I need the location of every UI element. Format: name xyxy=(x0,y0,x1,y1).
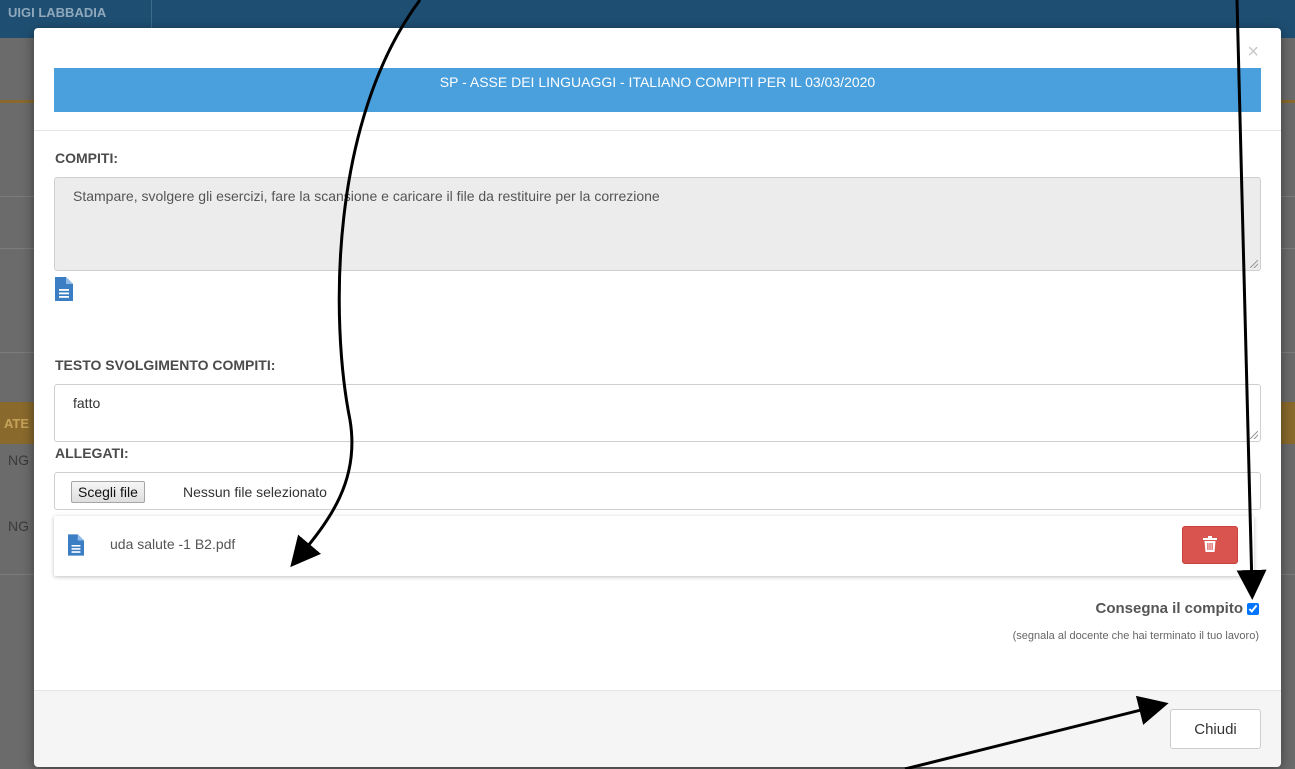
compiti-text: Stampare, svolgere gli esercizi, fare la… xyxy=(73,188,660,204)
file-text-icon xyxy=(68,534,84,561)
file-input[interactable]: Scegli file Nessun file selezionato xyxy=(54,472,1261,510)
bg-row-fragment: NG xyxy=(8,518,29,534)
svolgimento-label: TESTO SVOLGIMENTO COMPITI: xyxy=(55,357,276,373)
svolgimento-textarea[interactable]: fatto xyxy=(54,384,1261,442)
bg-row-fragment: NG xyxy=(8,452,29,468)
delete-attachment-button[interactable] xyxy=(1182,526,1238,564)
homework-modal: × SP - ASSE DEI LINGUAGGI - ITALIANO COM… xyxy=(34,28,1281,767)
resize-grip-icon[interactable] xyxy=(1250,431,1258,439)
resize-grip-icon[interactable] xyxy=(1250,260,1258,268)
close-button[interactable]: Chiudi xyxy=(1170,709,1261,749)
header-divider xyxy=(34,130,1281,131)
close-icon[interactable]: × xyxy=(1247,42,1259,62)
trash-icon xyxy=(1203,535,1217,555)
modal-footer: Chiudi xyxy=(34,690,1281,767)
attachment-item: uda salute -1 B2.pdf xyxy=(54,516,1254,576)
deliver-checkbox-row: Consegna il compito xyxy=(1095,600,1259,617)
deliver-hint: (segnala al docente che hai terminato il… xyxy=(1012,630,1259,642)
attachment-link[interactable]: uda salute -1 B2.pdf xyxy=(110,536,235,552)
bg-header-fragment: ATE xyxy=(4,416,30,431)
deliver-label: Consegna il compito xyxy=(1095,600,1243,617)
allegati-label: ALLEGATI: xyxy=(55,445,129,461)
file-text-icon[interactable] xyxy=(55,277,73,301)
file-status: Nessun file selezionato xyxy=(183,484,327,500)
compiti-textarea: Stampare, svolgere gli esercizi, fare la… xyxy=(54,177,1261,271)
svolgimento-value: fatto xyxy=(73,395,101,411)
compiti-label: COMPITI: xyxy=(55,150,118,166)
modal-title: SP - ASSE DEI LINGUAGGI - ITALIANO COMPI… xyxy=(54,68,1261,112)
choose-file-button[interactable]: Scegli file xyxy=(71,481,145,503)
deliver-checkbox[interactable] xyxy=(1247,602,1259,615)
